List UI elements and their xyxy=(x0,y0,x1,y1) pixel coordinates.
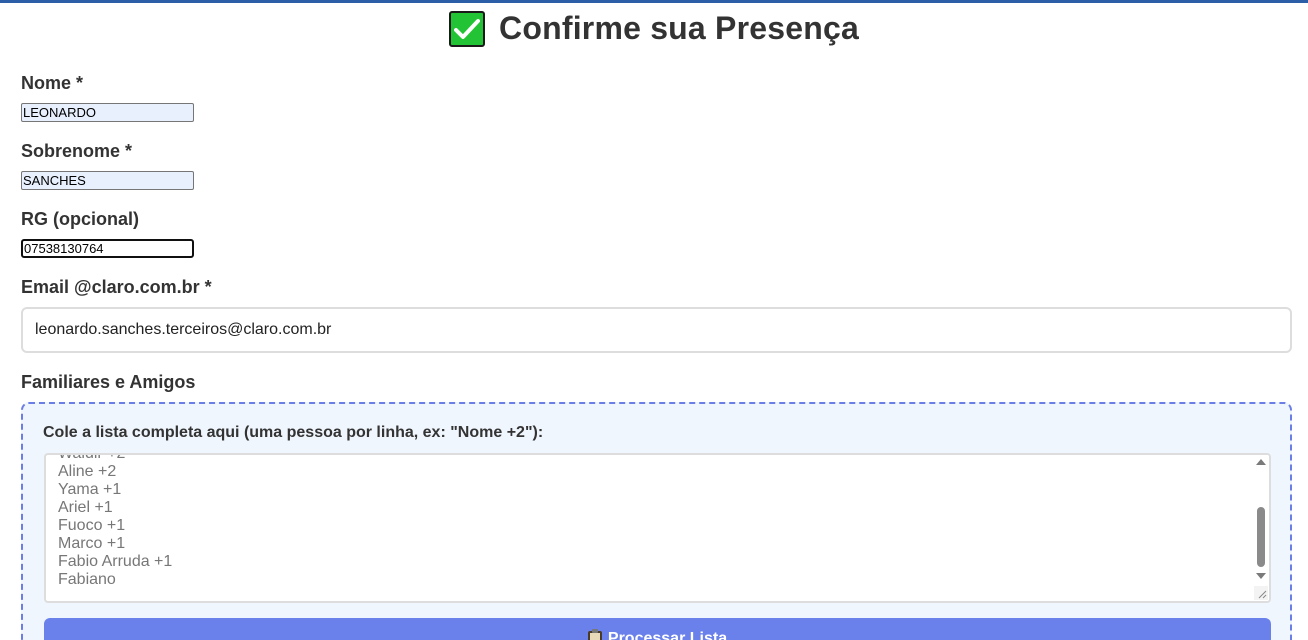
family-section: Cole a lista completa aqui (uma pessoa p… xyxy=(21,402,1292,640)
list-item: Waldir +2 xyxy=(58,453,126,462)
list-item: Aline +2 xyxy=(58,463,117,480)
list-item: Fabiano xyxy=(58,571,116,588)
family-instructions: Cole a lista completa aqui (uma pessoa p… xyxy=(43,424,544,441)
email-label: Email @claro.com.br * xyxy=(21,277,212,297)
list-item: Ariel +1 xyxy=(58,499,113,516)
scroll-down-arrow-icon[interactable] xyxy=(1256,573,1266,579)
title-group: Confirme sua Presença xyxy=(449,10,859,47)
check-mark-icon xyxy=(449,10,486,47)
family-section-title: Familiares e Amigos xyxy=(21,372,196,392)
nome-input[interactable] xyxy=(21,103,194,122)
process-list-button[interactable]: Processar Lista xyxy=(44,618,1271,640)
rg-label: RG (opcional) xyxy=(21,209,139,229)
sobrenome-input[interactable] xyxy=(21,171,194,190)
nome-label: Nome * xyxy=(21,73,84,93)
clipboard-icon xyxy=(587,629,602,640)
scrollbar-thumb[interactable] xyxy=(1257,507,1265,567)
page-header: Confirme sua Presença xyxy=(0,10,1308,47)
guest-list-lines: Waldir +2 Aline +2 Yama +1 Ariel +1 Fuoc… xyxy=(58,453,173,589)
guest-list-textarea[interactable]: Waldir +2 Aline +2 Yama +1 Ariel +1 Fuoc… xyxy=(44,453,1271,603)
email-input[interactable] xyxy=(21,307,1292,353)
resize-grip-icon[interactable] xyxy=(1254,586,1268,600)
rg-input[interactable] xyxy=(21,239,194,258)
list-item: Yama +1 xyxy=(58,481,122,498)
list-item: Marco +1 xyxy=(58,535,126,552)
scroll-up-arrow-icon[interactable] xyxy=(1256,459,1266,465)
list-item: Fuoco +1 xyxy=(58,517,126,534)
page-title: Confirme sua Presença xyxy=(499,10,859,46)
list-item: Fabio Arruda +1 xyxy=(58,553,173,570)
top-accent-bar xyxy=(0,0,1308,3)
textarea-scrollbar[interactable] xyxy=(1253,455,1269,601)
sobrenome-label: Sobrenome * xyxy=(21,141,133,161)
process-list-label: Processar Lista xyxy=(607,630,728,640)
